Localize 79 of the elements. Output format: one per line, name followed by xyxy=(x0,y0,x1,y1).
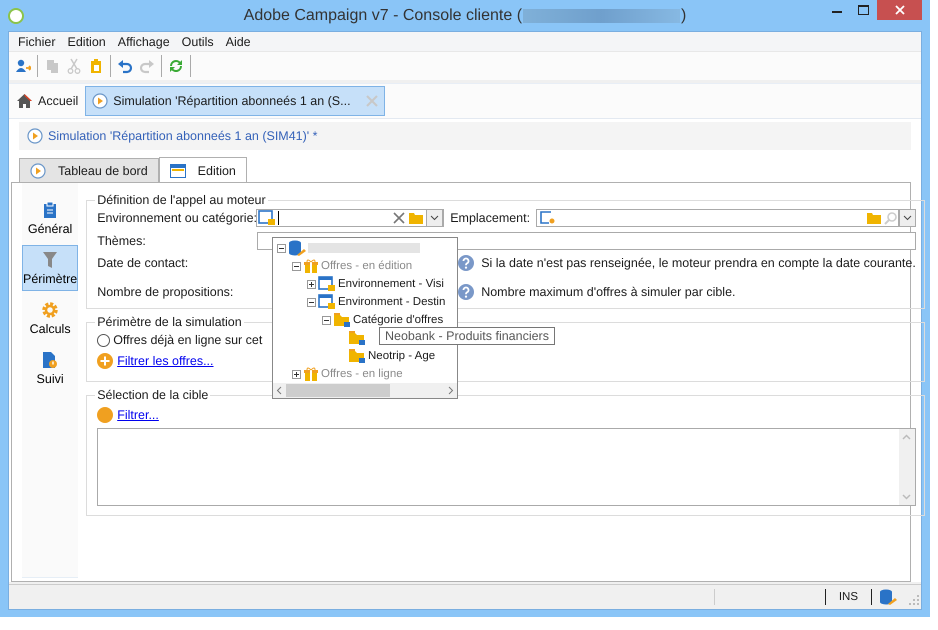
radio-label: Offres déjà en ligne sur cet xyxy=(113,333,262,347)
resize-grip-icon[interactable] xyxy=(909,595,919,605)
horizontal-scrollbar[interactable] xyxy=(273,383,457,398)
filter-link[interactable]: Filtrer... xyxy=(117,408,159,422)
menu-item[interactable]: Outils xyxy=(176,34,220,48)
window-icon xyxy=(170,164,186,178)
close-icon xyxy=(894,5,904,15)
play-icon xyxy=(27,128,43,144)
window-title: Adobe Campaign v7 - Console cliente ( xyxy=(244,6,522,24)
database-icon xyxy=(879,588,897,606)
collapse-icon[interactable] xyxy=(277,244,286,252)
dropdown-button[interactable] xyxy=(898,209,916,227)
document-alert-icon xyxy=(42,350,58,368)
funnel-icon xyxy=(42,250,58,268)
document-tab[interactable]: Simulation 'Répartition abonneés 1 an (S... xyxy=(85,86,385,116)
help-text: Nombre maximum d'offres à simuler par cible. xyxy=(481,285,736,299)
group-title: Sélection de la cible xyxy=(96,388,210,402)
chevron-right-icon[interactable] xyxy=(448,386,454,395)
clear-icon[interactable] xyxy=(392,211,406,225)
sidebar-item[interactable]: Calculs xyxy=(22,295,78,341)
tooltip: Neobank - Produits financiers xyxy=(379,327,555,345)
expand-icon[interactable] xyxy=(292,370,301,378)
folder-icon xyxy=(348,330,366,346)
target-text-area[interactable] xyxy=(97,428,916,506)
group-title: Périmètre de la simulation xyxy=(96,315,243,329)
window-title-end: ) xyxy=(681,6,686,24)
group-title: Définition de l'appel au moteur xyxy=(96,193,267,207)
collapse-icon[interactable] xyxy=(322,316,331,324)
collapse-icon[interactable] xyxy=(292,262,301,270)
expand-icon[interactable] xyxy=(307,280,316,288)
view-tab[interactable]: Tableau de bord xyxy=(19,158,159,182)
filter-offers-link[interactable]: Filtrer les offres... xyxy=(117,354,214,368)
window-pin-icon xyxy=(539,210,558,226)
collapse-icon[interactable] xyxy=(307,298,316,306)
menu-item[interactable]: Edition xyxy=(62,34,112,48)
window-gift-icon xyxy=(318,276,336,292)
sidebar-item[interactable]: Périmètre xyxy=(22,245,78,291)
home-icon xyxy=(16,93,33,109)
menu-item[interactable]: Affichage xyxy=(112,34,176,48)
tree-item[interactable]: Neotrip - Age xyxy=(368,350,436,362)
chevron-left-icon[interactable] xyxy=(276,386,282,395)
gift-icon xyxy=(303,258,319,274)
database-icon xyxy=(288,240,306,256)
tree-item[interactable]: Environment - Destin xyxy=(338,296,446,308)
field-label: Emplacement: xyxy=(450,211,530,225)
maximize-icon xyxy=(858,5,869,15)
dropdown-button[interactable] xyxy=(426,209,444,227)
sidebar-item[interactable]: Suivi xyxy=(22,345,78,391)
field-label: Date de contact: xyxy=(97,256,190,270)
menu-item[interactable]: Fichier xyxy=(12,34,62,48)
radio-button[interactable] xyxy=(97,334,110,346)
app-logo-icon xyxy=(8,8,24,24)
window-gift-icon xyxy=(318,294,336,310)
plus-circle-icon xyxy=(97,353,114,369)
play-icon xyxy=(30,162,46,178)
breadcrumb-title: Simulation 'Répartition abonneés 1 an (SIM41)' * xyxy=(48,129,318,143)
menu-item[interactable]: Aide xyxy=(220,34,257,48)
tree-item[interactable]: Environnement - Visi xyxy=(338,278,444,290)
environment-combo[interactable] xyxy=(256,209,444,227)
tree-item[interactable]: Catégorie d'offres xyxy=(353,314,444,326)
dot-icon xyxy=(97,407,114,423)
help-text: Si la date n'est pas renseignée, le moteur prendra en compte la date courante. xyxy=(481,256,916,270)
chevron-down-icon xyxy=(430,215,440,221)
gift-icon xyxy=(303,366,319,382)
field-label: Thèmes: xyxy=(97,234,147,248)
folder-icon xyxy=(348,348,366,364)
document-tab[interactable]: Accueil xyxy=(9,86,86,116)
gear-icon xyxy=(41,300,60,318)
field-label: Nombre de propositions: xyxy=(97,285,234,299)
chevron-down-icon xyxy=(902,215,912,221)
sidebar-item[interactable]: Général xyxy=(22,195,78,241)
close-button[interactable] xyxy=(877,0,922,20)
play-icon xyxy=(92,93,108,109)
insert-mode-indicator: INS xyxy=(838,591,859,603)
field-label: Environnement ou catégorie: xyxy=(97,211,256,225)
folder-icon xyxy=(333,312,351,328)
window-gift-icon xyxy=(258,210,276,226)
clipboard-icon xyxy=(43,200,58,218)
view-tab[interactable]: Edition xyxy=(158,157,247,183)
